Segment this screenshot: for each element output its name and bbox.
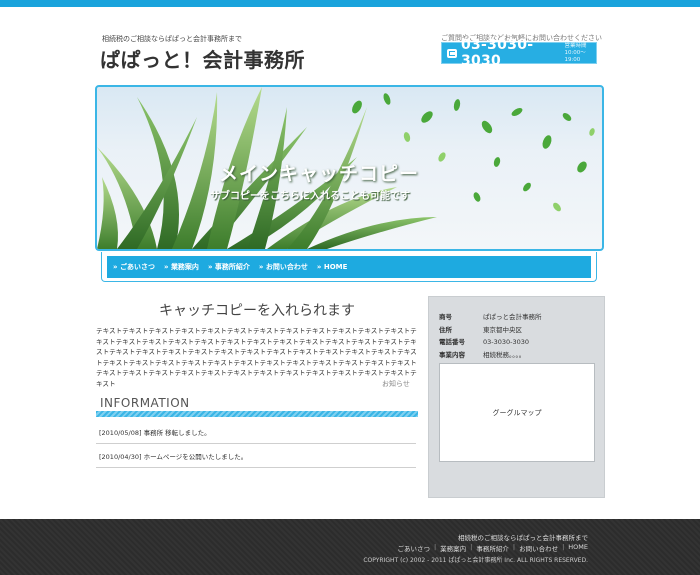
office-info-key: 事業内容 xyxy=(439,350,465,359)
site-footer: 相続税のご相談ならぱぱっと会計事務所まで ごあいさつ | 業務案内 | 事務所紹… xyxy=(0,519,700,575)
office-info-value: 東京都中央区 xyxy=(483,325,522,334)
catch-copy-heading: キャッチコピーを入れられます xyxy=(159,303,355,319)
footer-nav-separator: | xyxy=(512,543,516,551)
office-info-key: 電話番号 xyxy=(439,338,465,346)
footer-nav-separator: | xyxy=(470,543,473,551)
office-info-row: 住所 東京都中央区 xyxy=(439,324,542,337)
global-nav-bar: ごあいさつ 業務案内 事務所紹介 お問い合わせ HOME xyxy=(107,256,591,278)
office-info-row: 商号 ぱぱっと会計事務所 xyxy=(439,311,542,324)
nav-item-contact[interactable]: お問い合わせ xyxy=(259,262,308,272)
office-info-value: 03-3030-3030 xyxy=(483,338,530,346)
nav-item-greeting[interactable]: ごあいさつ xyxy=(113,262,155,272)
phone-number: 03-3030-3030 xyxy=(460,37,534,69)
news-item[interactable]: [2010/05/08] 事務所 移転しました。 xyxy=(96,420,416,444)
office-info-key: 住所 xyxy=(439,325,452,334)
nav-item-home[interactable]: HOME xyxy=(317,263,348,271)
footer-nav-contact[interactable]: お問い合わせ xyxy=(519,543,558,553)
office-info-key: 商号 xyxy=(439,313,452,321)
hero-banner: メインキャッチコピー サブコピーをこちらに入れることも可能です xyxy=(95,85,604,251)
office-info-row: 電話番号 03-3030-3030 xyxy=(439,336,542,349)
global-nav: ごあいさつ 業務案内 事務所紹介 お問い合わせ HOME xyxy=(101,252,597,282)
office-info-value: 相続税務。。。。 xyxy=(483,350,526,359)
footer-nav: ごあいさつ | 業務案内 | 事務所紹介 | お問い合わせ | HOME xyxy=(397,543,588,553)
news-list: [2010/05/08] 事務所 移転しました。 [2010/04/30] ホー… xyxy=(96,420,416,468)
office-info-value: ぱぱっと会計事務所 xyxy=(483,313,542,321)
footer-nav-separator: | xyxy=(562,543,565,551)
business-hours: 営業時間 10:00～19:00 xyxy=(564,43,596,64)
news-item[interactable]: [2010/04/30] ホームページを公開いたしました。 xyxy=(96,444,416,468)
information-heading: INFORMATION xyxy=(100,396,190,410)
footer-nav-about[interactable]: 事務所紹介 xyxy=(476,543,509,553)
phone-banner[interactable]: 03-3030-3030 営業時間 10:00～19:00 xyxy=(441,37,597,69)
footer-nav-services[interactable]: 業務案内 xyxy=(440,543,466,553)
hero-main-copy: メインキャッチコピー xyxy=(219,163,420,185)
notice-link[interactable]: お知らせ xyxy=(382,379,410,389)
hours-value: 10:00～19:00 xyxy=(564,49,586,63)
nav-item-services[interactable]: 業務案内 xyxy=(164,262,199,272)
footer-tagline: 相続税のご相談ならぱぱっと会計事務所まで xyxy=(458,534,588,542)
hero-sub-copy: サブコピーをこちらに入れることも可能です xyxy=(210,191,410,202)
header-tagline: 相続税のご相談ならぱぱっと会計事務所まで xyxy=(102,35,242,43)
information-divider xyxy=(96,411,418,417)
footer-copyright: COPYRIGHT (c) 2002 - 2011 ぱぱっと会計事務所 Inc.… xyxy=(363,557,588,564)
footer-nav-home[interactable]: HOME xyxy=(568,543,588,553)
google-map-placeholder[interactable]: グーグルマップ xyxy=(439,363,595,462)
phone-icon xyxy=(447,48,457,58)
office-info-table: 商号 ぱぱっと会計事務所 住所 東京都中央区 電話番号 03-3030-3030… xyxy=(439,311,542,361)
office-info-row: 事業内容 相続税務。。。。 xyxy=(439,349,542,362)
footer-nav-separator: | xyxy=(433,543,437,551)
intro-body-text: テキストテキストテキストテキストテキストテキストテキストテキストテキストテキスト… xyxy=(96,327,417,388)
footer-nav-greeting[interactable]: ごあいさつ xyxy=(397,543,430,553)
top-accent-bar xyxy=(0,0,700,7)
hours-label: 営業時間 xyxy=(564,42,587,49)
nav-item-about[interactable]: 事務所紹介 xyxy=(208,262,250,272)
site-logo[interactable]: ぱぱっと！会計事務所 xyxy=(100,44,305,73)
office-info-panel: 商号 ぱぱっと会計事務所 住所 東京都中央区 電話番号 03-3030-3030… xyxy=(428,296,605,498)
